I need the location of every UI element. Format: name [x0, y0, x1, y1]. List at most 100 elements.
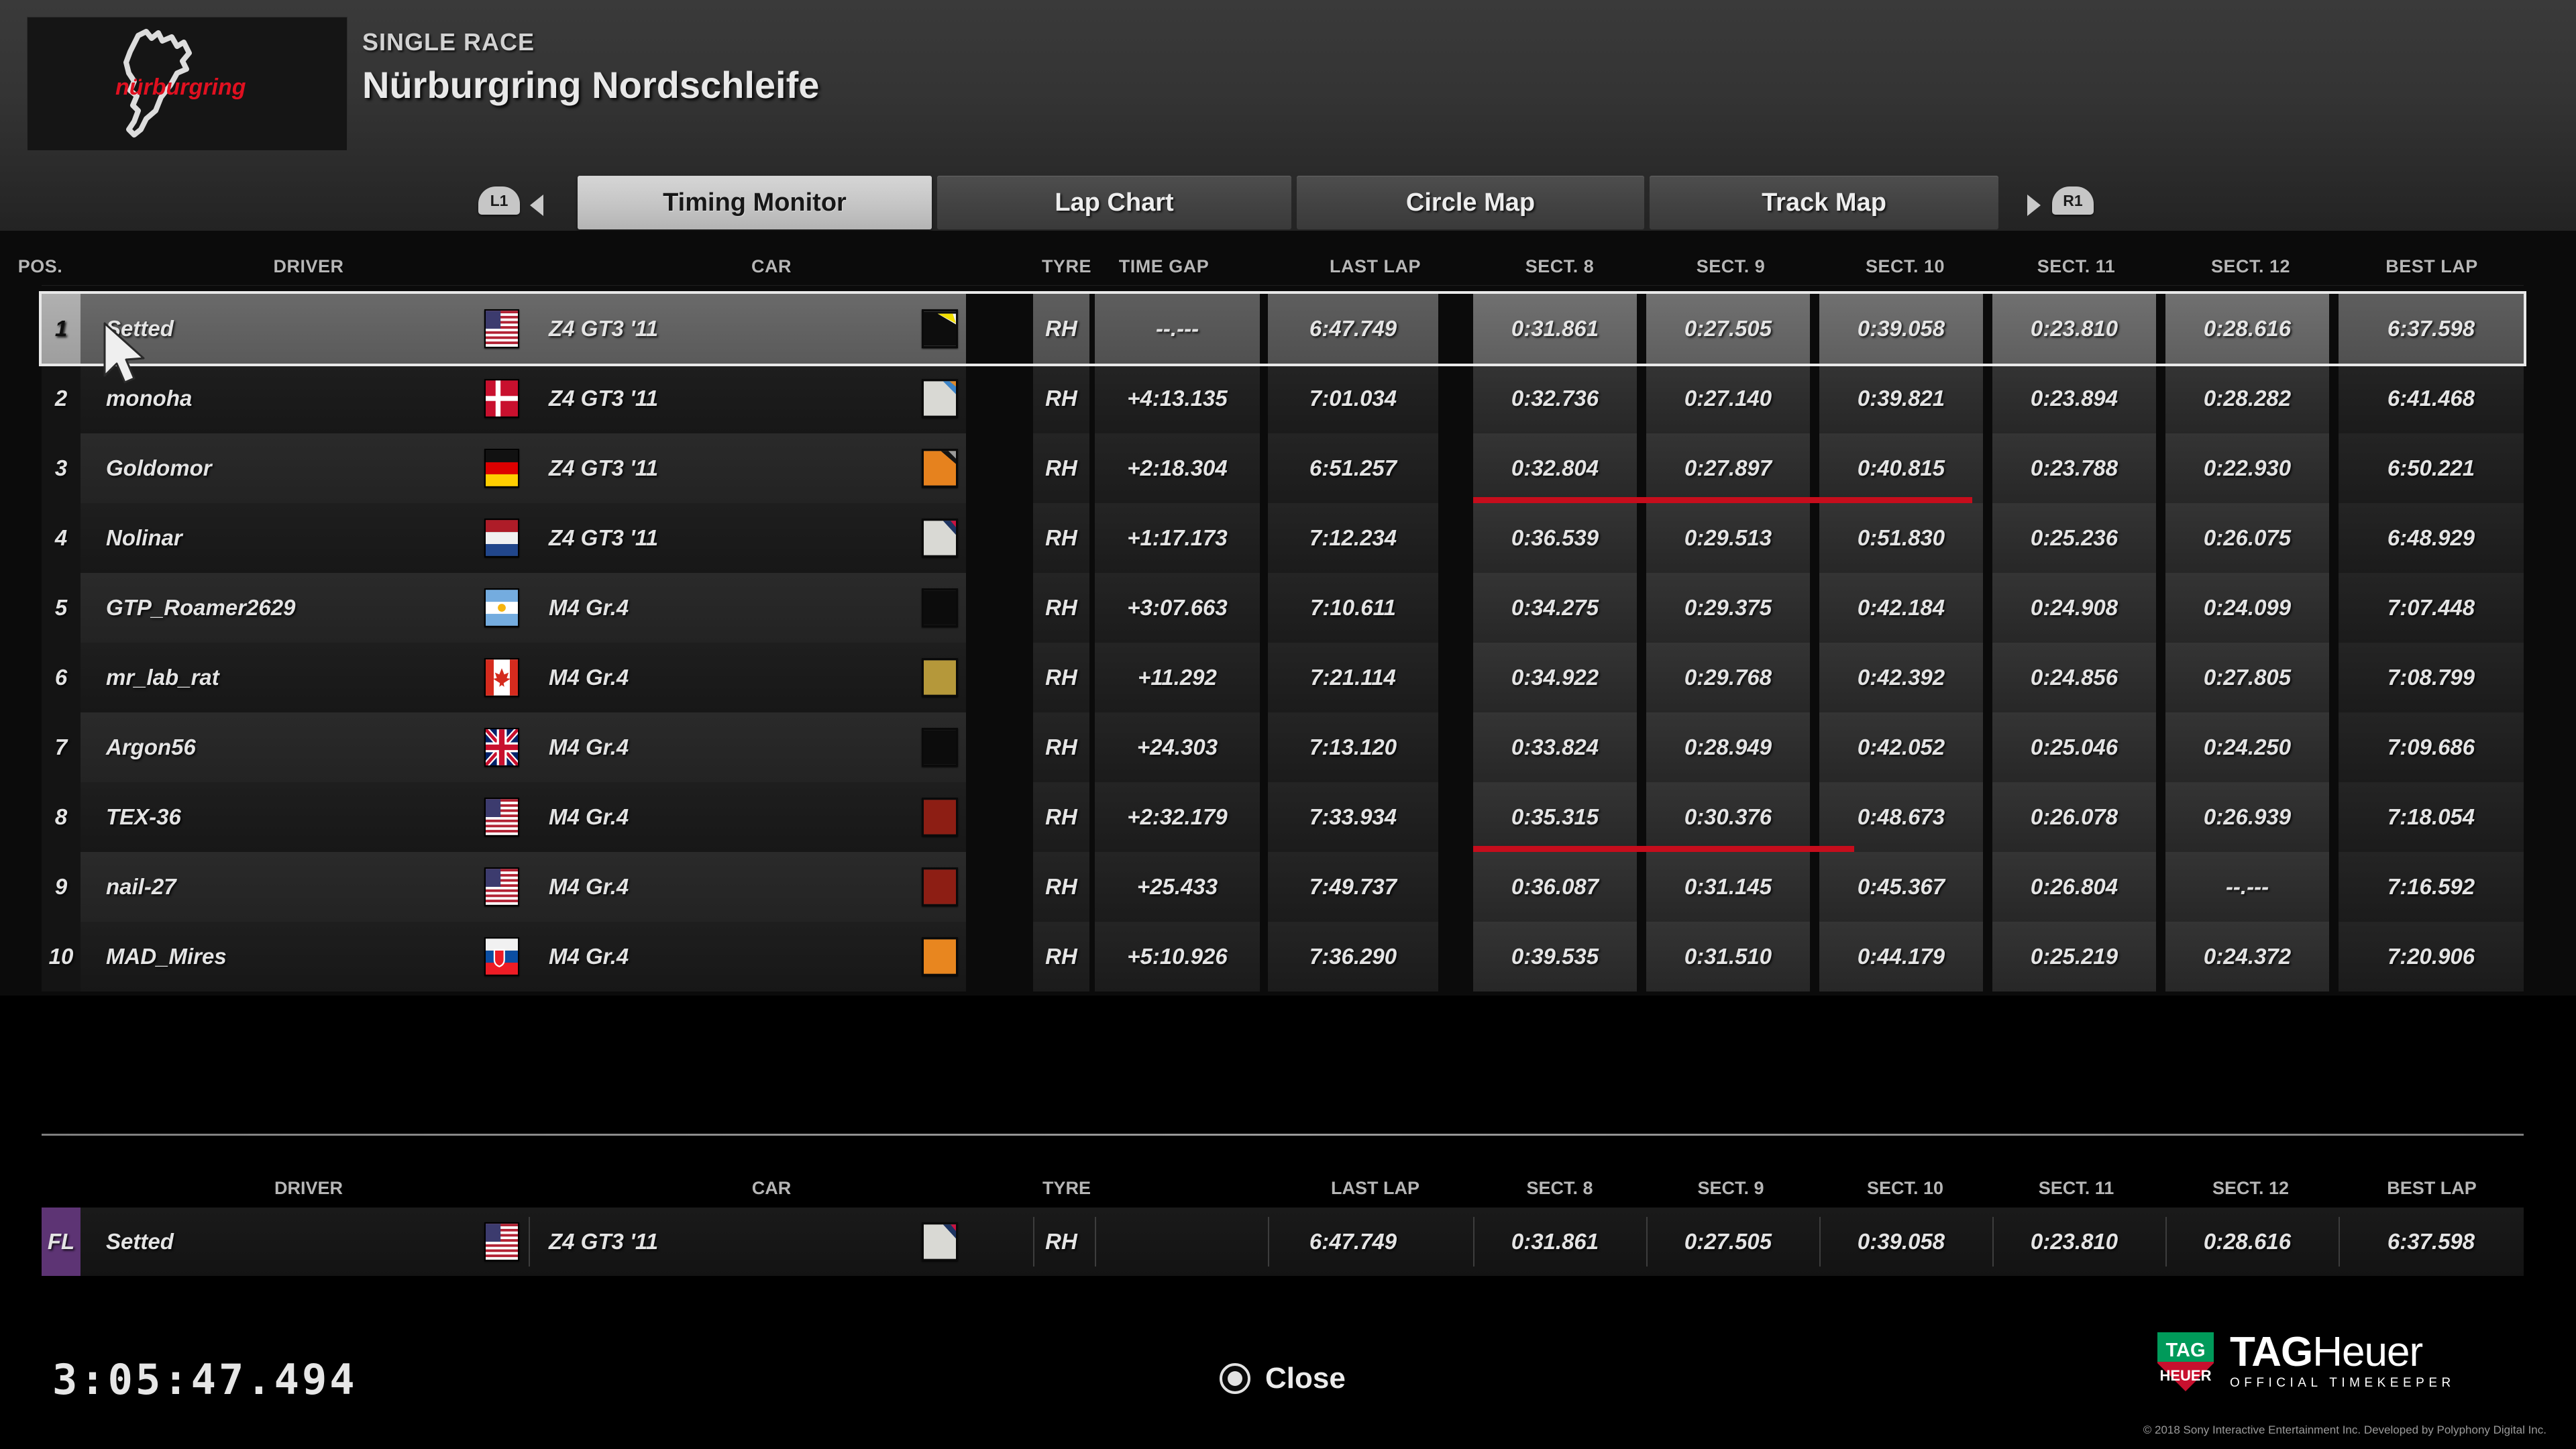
sector-12-time: 0:28.616 — [2165, 294, 2329, 364]
driver-flag-icon — [475, 643, 529, 712]
prev-arrow-icon[interactable] — [530, 195, 543, 216]
row-position: 2 — [42, 364, 80, 433]
sector-8-time: 0:32.736 — [1473, 364, 1637, 433]
livery-white-blue-icon — [922, 379, 958, 418]
best-lap-time: 7:20.906 — [2339, 922, 2524, 991]
sector-8-time: 0:31.861 — [1473, 294, 1637, 364]
car-livery-swatch — [914, 503, 966, 573]
sector-11-time: 0:23.788 — [1992, 433, 2156, 503]
table-row[interactable]: 4 Nolinar Z4 GT3 '11 RH +1:17.173 7:12.234 0:3… — [42, 503, 2524, 573]
table-row[interactable]: 2 monoha Z4 GT3 '11 RH +4:13.135 7:01.034 0:32… — [42, 364, 2524, 433]
driver-name: Argon56 — [80, 712, 525, 782]
col-header-driver: DRIVER — [273, 256, 344, 276]
time-gap: +2:18.304 — [1095, 433, 1260, 503]
livery-white-navy-icon — [922, 1222, 958, 1261]
car-livery-swatch — [914, 922, 966, 991]
tab-lap-chart[interactable]: Lap Chart — [937, 176, 1291, 229]
col-header-car: CAR — [751, 256, 792, 276]
sector-8-time: 0:39.535 — [1473, 922, 1637, 991]
tab-circle-map[interactable]: Circle Map — [1297, 176, 1644, 229]
table-row[interactable]: 5 GTP_Roamer2629 M4 Gr.4 RH +3:07.663 7:10.61… — [42, 573, 2524, 643]
fl-col-header-best-lap: BEST LAP — [2387, 1178, 2477, 1198]
table-row[interactable]: 10 MAD_Mires M4 Gr.4 RH +5:10.926 7:36.290 0:3… — [42, 922, 2524, 991]
sector-10-time: 0:44.179 — [1819, 922, 1983, 991]
fl-col-header-sect11: SECT. 11 — [2038, 1178, 2114, 1198]
close-button[interactable]: Close — [1220, 1362, 1346, 1395]
race-mode-label: SINGLE RACE — [362, 28, 535, 56]
table-row[interactable]: 9 nail-27 M4 Gr.4 RH +25.433 7:49.737 0:36.087… — [42, 852, 2524, 922]
car-name: M4 Gr.4 — [529, 573, 946, 643]
driver-flag-icon — [475, 364, 529, 433]
car-name: Z4 GT3 '11 — [529, 433, 946, 503]
fl-col-header-sect12: SECT. 12 — [2212, 1178, 2290, 1198]
fl-sector-8-time: 0:31.861 — [1511, 1229, 1599, 1254]
tyre-type: RH — [1033, 852, 1089, 922]
last-lap-time: 7:13.120 — [1268, 712, 1438, 782]
time-gap: +3:07.663 — [1095, 573, 1260, 643]
fl-col-header-sect9: SECT. 9 — [1697, 1178, 1764, 1198]
tab-timing-monitor[interactable]: Timing Monitor — [578, 176, 932, 229]
driver-name: nail-27 — [80, 852, 525, 922]
shoulder-button-r1[interactable]: R1 — [2052, 186, 2094, 215]
table-row[interactable]: 8 TEX-36 M4 Gr.4 RH +2:32.179 7:33.934 0:35.31… — [42, 782, 2524, 852]
best-lap-time: 7:09.686 — [2339, 712, 2524, 782]
shoulder-button-l1[interactable]: L1 — [478, 186, 520, 215]
flag-us-icon — [484, 309, 519, 348]
driver-flag-icon — [475, 433, 529, 503]
sector-11-time: 0:23.894 — [1992, 364, 2156, 433]
fl-column-divider — [1646, 1217, 1648, 1267]
sector-12-time: 0:28.282 — [2165, 364, 2329, 433]
sector-11-time: 0:24.908 — [1992, 573, 2156, 643]
fl-column-divider — [1268, 1217, 1269, 1267]
sector-9-time: 0:29.375 — [1646, 573, 1810, 643]
sector-8-time: 0:35.315 — [1473, 782, 1637, 852]
sector-8-time: 0:36.539 — [1473, 503, 1637, 573]
driver-flag-icon — [475, 503, 529, 573]
row-position: 7 — [42, 712, 80, 782]
sector-9-time: 0:31.510 — [1646, 922, 1810, 991]
next-arrow-icon[interactable] — [2027, 195, 2041, 216]
tag-heuer-shield-icon: TAG HEUER — [2157, 1332, 2214, 1391]
car-name: M4 Gr.4 — [529, 852, 946, 922]
best-lap-time: 6:50.221 — [2339, 433, 2524, 503]
sector-8-time: 0:34.922 — [1473, 643, 1637, 712]
livery-black-yellow-icon — [922, 309, 958, 348]
close-label: Close — [1265, 1362, 1346, 1395]
fastest-lap-row: FL Setted Z4 GT3 '11 RH 6:47.749 0:31.861 0:27… — [42, 1208, 2524, 1276]
nurburgring-track-logo: nürburgring — [27, 17, 347, 151]
car-livery-swatch — [914, 782, 966, 852]
tag-tagline: OFFICIAL TIMEKEEPER — [2230, 1376, 2455, 1391]
col-header-sect11: SECT. 11 — [2037, 256, 2116, 276]
table-row[interactable]: 1 Setted Z4 GT3 '11 RH --.--- 6:47.749 0:31.86… — [39, 291, 2526, 366]
sector-8-time: 0:34.275 — [1473, 573, 1637, 643]
time-gap: +24.303 — [1095, 712, 1260, 782]
table-row[interactable]: 6 mr_lab_rat M4 Gr.4 RH +11.292 7:21.114 0:34.… — [42, 643, 2524, 712]
tab-track-map[interactable]: Track Map — [1650, 176, 1998, 229]
circle-button-icon — [1220, 1363, 1250, 1394]
sector-10-time: 0:42.052 — [1819, 712, 1983, 782]
last-lap-time: 7:01.034 — [1268, 364, 1438, 433]
sector-12-time: --.--- — [2165, 852, 2329, 922]
car-livery-swatch — [914, 852, 966, 922]
sector-10-time: 0:42.392 — [1819, 643, 1983, 712]
time-gap: --.--- — [1095, 294, 1260, 364]
flag-ar-icon — [484, 588, 519, 627]
flag-us-icon — [484, 867, 519, 906]
table-row[interactable]: 7 Argon56 M4 Gr.4 RH +24.303 7:13.120 0:33.824… — [42, 712, 2524, 782]
row-position: 9 — [42, 852, 80, 922]
flag-us-icon — [484, 1222, 519, 1261]
car-livery-swatch — [914, 712, 966, 782]
fl-column-divider — [2165, 1217, 2167, 1267]
livery-white-navy-icon — [922, 519, 958, 557]
livery-orange-icon — [922, 937, 958, 976]
fl-sector-9-time: 0:27.505 — [1684, 1229, 1772, 1254]
svg-text:HEUER: HEUER — [2159, 1367, 2211, 1384]
fl-column-divider — [529, 1217, 530, 1267]
best-lap-time: 7:18.054 — [2339, 782, 2524, 852]
table-row[interactable]: 3 Goldomor Z4 GT3 '11 RH +2:18.304 6:51.257 0:… — [42, 433, 2524, 503]
sector-12-time: 0:24.099 — [2165, 573, 2329, 643]
row-position: 3 — [42, 433, 80, 503]
sector-9-time: 0:27.897 — [1646, 433, 1810, 503]
flag-dk-icon — [484, 379, 519, 418]
best-lap-time: 6:37.598 — [2339, 294, 2524, 364]
